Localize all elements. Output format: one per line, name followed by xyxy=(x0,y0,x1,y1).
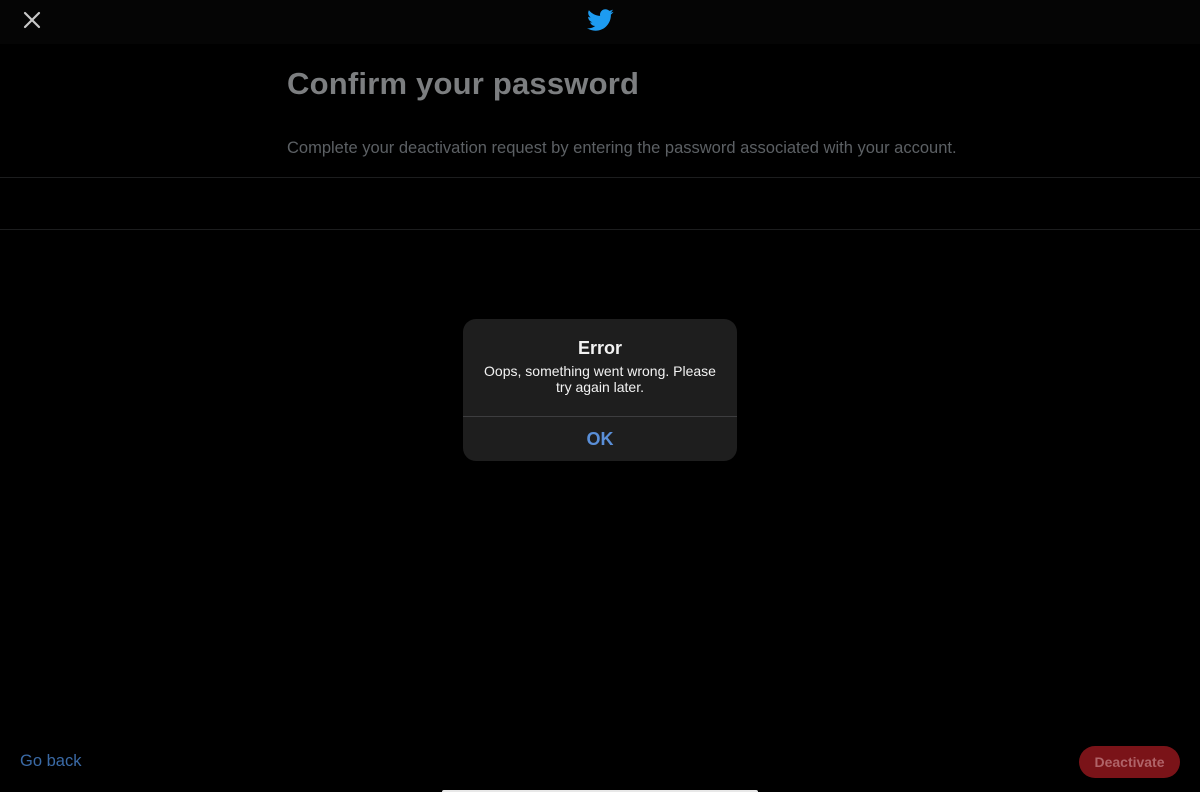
page-title: Confirm your password xyxy=(287,66,640,101)
close-button[interactable] xyxy=(14,2,50,38)
divider-bottom xyxy=(0,229,1200,230)
deactivate-confirm-screen: Confirm your password Complete your deac… xyxy=(0,0,1200,792)
close-icon xyxy=(23,11,41,29)
go-back-button[interactable]: Go back xyxy=(20,752,81,771)
deactivate-button[interactable]: Deactivate xyxy=(1079,746,1180,778)
alert-title: Error xyxy=(577,338,622,358)
password-input[interactable] xyxy=(0,178,1200,229)
ok-button[interactable]: OK xyxy=(463,417,737,461)
twitter-bird-icon xyxy=(587,9,614,31)
page-description: Complete your deactivation request by en… xyxy=(287,139,957,157)
error-alert-dialog: Error Oops, something went wrong. Please… xyxy=(463,319,737,461)
alert-message: Oops, something went wrong. Please try a… xyxy=(484,363,716,395)
top-bar xyxy=(0,0,1200,44)
